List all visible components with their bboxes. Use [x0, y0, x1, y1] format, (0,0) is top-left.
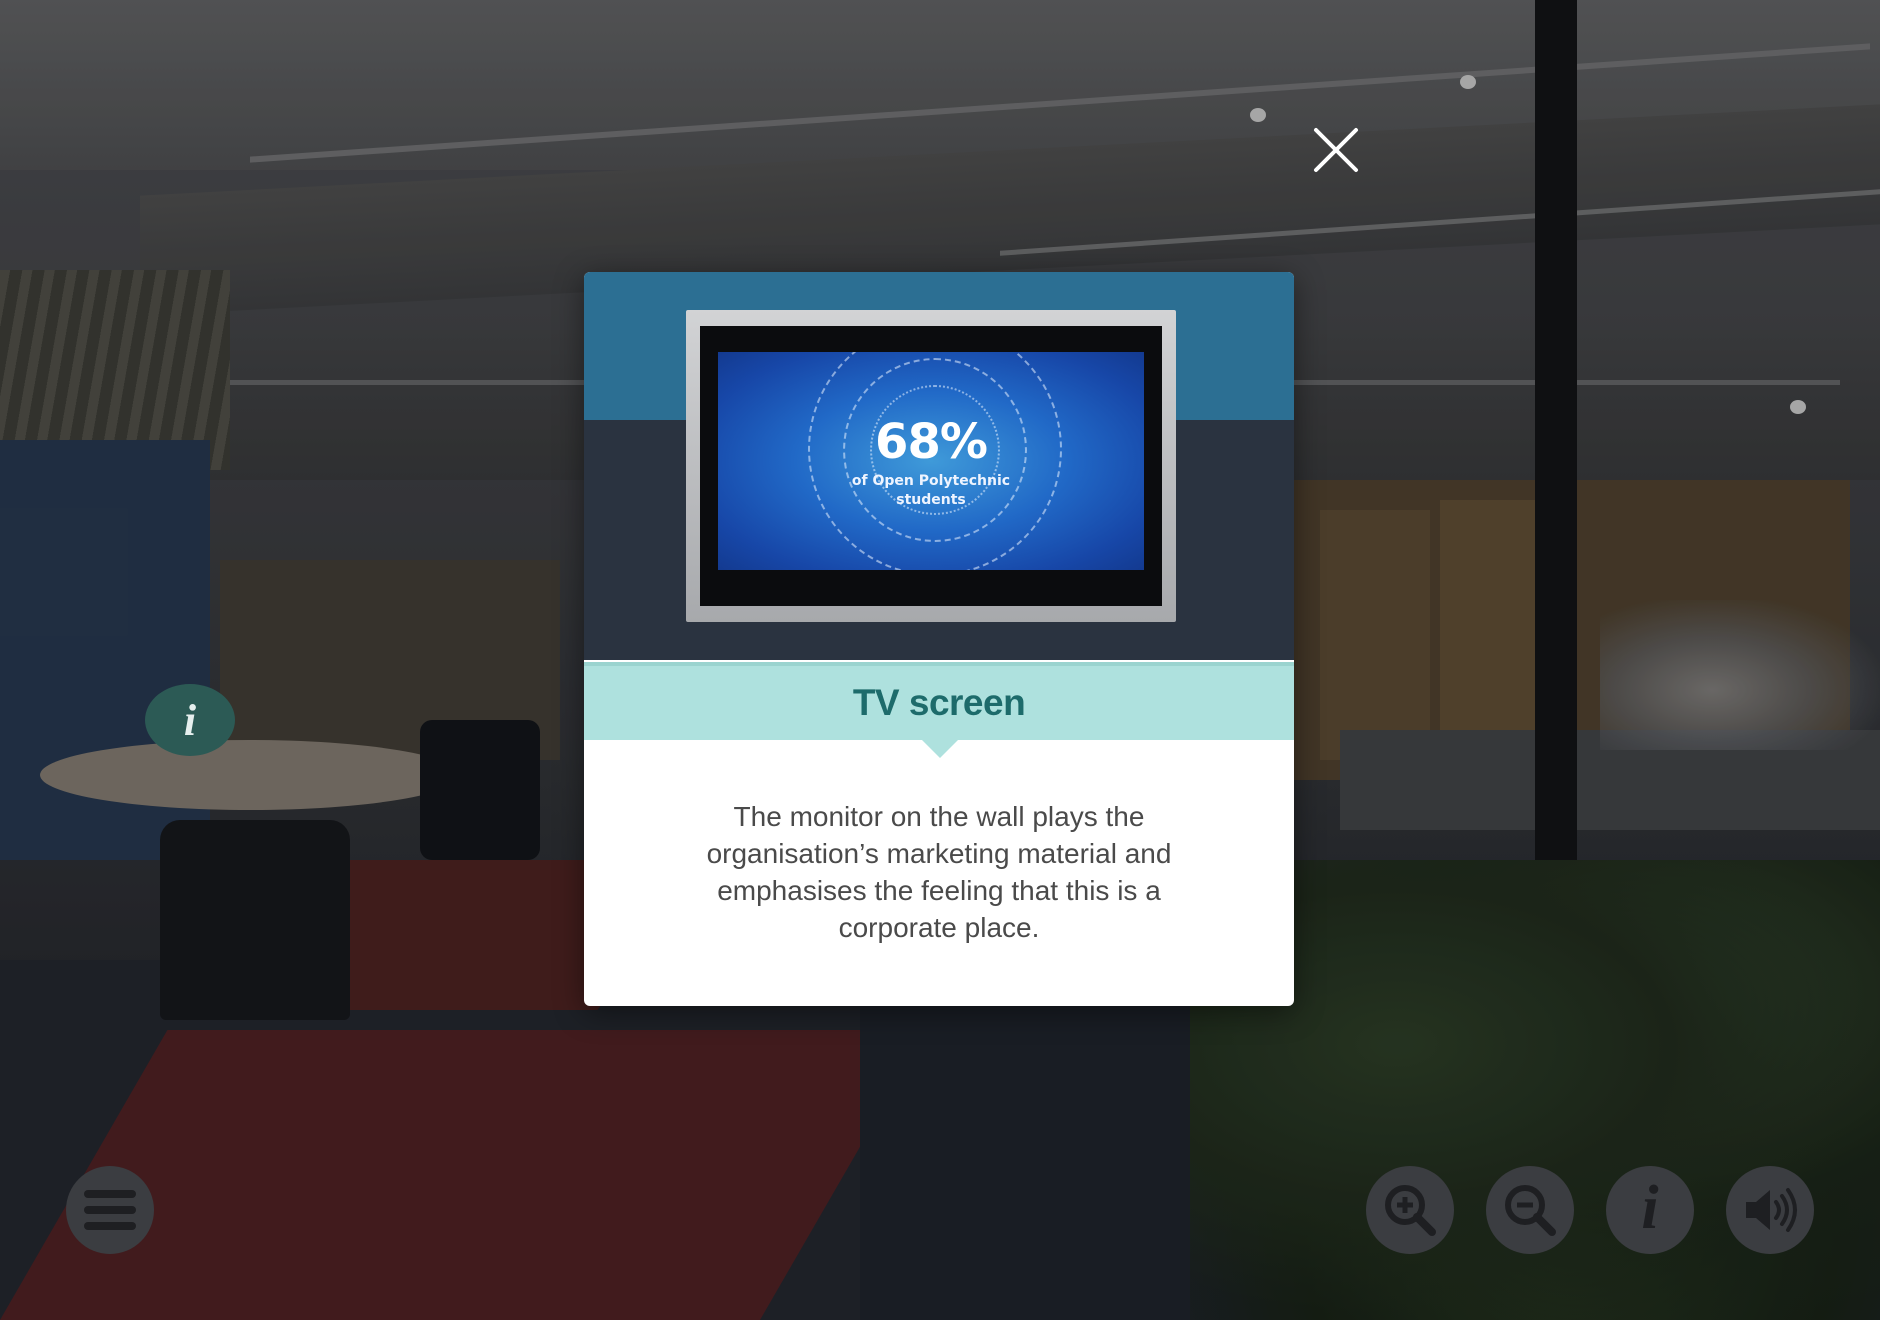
info-icon: i	[1641, 1174, 1659, 1242]
close-icon	[1314, 128, 1358, 172]
tv-headline: 68%	[875, 414, 988, 470]
hamburger-menu-icon	[84, 1190, 136, 1230]
close-button[interactable]	[1310, 124, 1362, 176]
popup-image: 68% of Open Polytechnic students	[584, 272, 1294, 660]
zoom-out-button[interactable]	[1486, 1166, 1574, 1254]
menu-button[interactable]	[66, 1166, 154, 1254]
info-popup: 68% of Open Polytechnic students TV scre…	[584, 272, 1294, 1006]
title-pointer	[922, 740, 958, 758]
tv-subline-2: students	[896, 492, 966, 508]
popup-title: TV screen	[852, 682, 1026, 723]
tv-frame: 68% of Open Polytechnic students	[686, 310, 1176, 622]
popup-title-bar: TV screen	[584, 662, 1294, 740]
zoom-in-button[interactable]	[1366, 1166, 1454, 1254]
tv-screen: 68% of Open Polytechnic students	[718, 352, 1144, 570]
popup-description: The monitor on the wall plays the organi…	[706, 801, 1172, 943]
tv-subline-1: of Open Polytechnic	[851, 473, 1011, 489]
info-button[interactable]: i	[1606, 1166, 1694, 1254]
tv-subline: of Open Polytechnic students	[718, 472, 1144, 510]
zoom-out-icon	[1505, 1185, 1556, 1236]
info-hotspot[interactable]: i	[145, 684, 235, 756]
zoom-in-icon	[1385, 1185, 1436, 1236]
speaker-icon	[1746, 1188, 1797, 1232]
sound-button[interactable]	[1726, 1166, 1814, 1254]
info-icon: i	[183, 695, 197, 745]
